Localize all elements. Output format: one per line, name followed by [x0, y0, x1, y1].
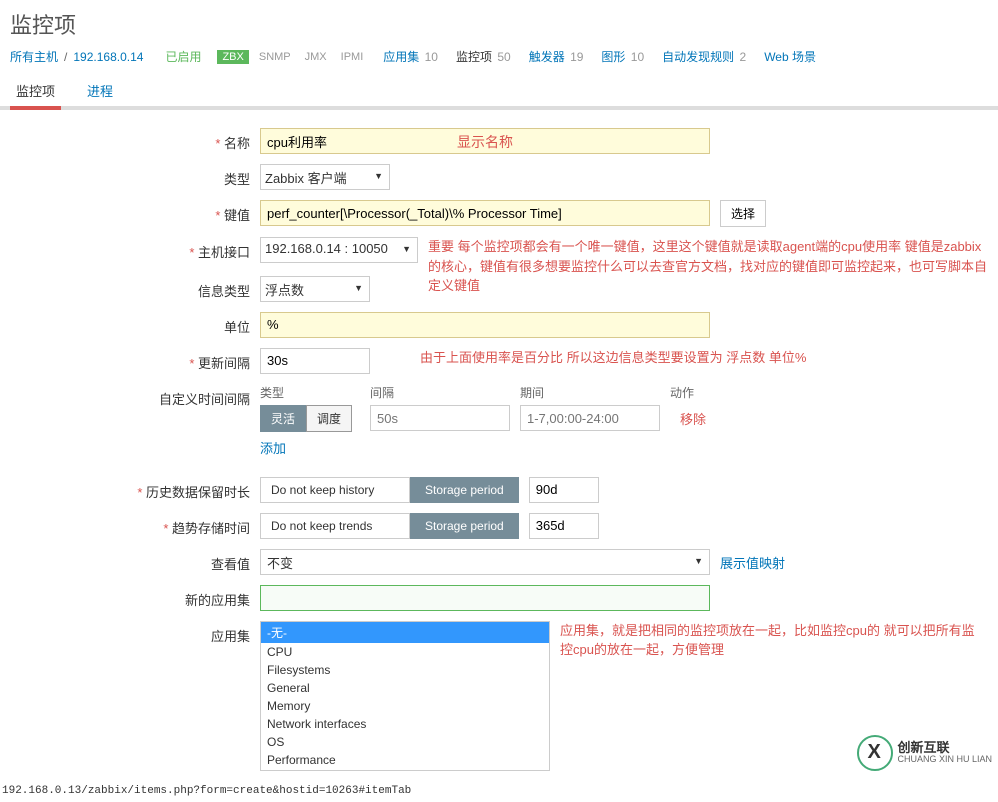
bc-host[interactable]: 192.168.0.14: [73, 50, 143, 64]
nav-triggers[interactable]: 触发器 19: [529, 48, 584, 65]
seg-flex[interactable]: 灵活: [260, 405, 306, 432]
app-item-os[interactable]: OS: [261, 733, 549, 751]
seg-sched[interactable]: 调度: [306, 405, 352, 432]
note-apps: 应用集，就是把相同的监控项放在一起，比如监控cpu的 就可以把所有监控cpu的放…: [560, 621, 980, 660]
link-remove[interactable]: 移除: [680, 409, 706, 428]
logo-badge: 创新互联 CHUANG XIN HU LIAN: [857, 735, 992, 771]
link-add[interactable]: 添加: [260, 441, 286, 456]
label-history: 历史数据保留时长: [10, 477, 260, 501]
app-item-fs[interactable]: Filesystems: [261, 661, 549, 679]
app-item-cpu[interactable]: CPU: [261, 643, 549, 661]
btn-select-key[interactable]: 选择: [720, 200, 766, 227]
label-name: 名称: [10, 128, 260, 152]
tab-item[interactable]: 监控项: [10, 75, 61, 110]
select-showvalue[interactable]: 不变: [260, 549, 710, 575]
label-custom-interval: 自定义时间间隔: [10, 384, 260, 408]
nav-items[interactable]: 监控项 50: [456, 48, 511, 65]
label-hostif: 主机接口: [10, 237, 260, 261]
badge-zbx: ZBX: [217, 50, 248, 64]
app-item-none[interactable]: -无-: [261, 622, 549, 643]
input-key[interactable]: [260, 200, 710, 226]
input-history[interactable]: [529, 477, 599, 503]
select-hostif[interactable]: 192.168.0.14 : 10050: [260, 237, 418, 263]
input-name[interactable]: [260, 128, 710, 154]
label-newapp: 新的应用集: [10, 585, 260, 609]
select-type[interactable]: Zabbix 客户端: [260, 164, 390, 190]
ih-interval: 间隔: [370, 384, 520, 401]
page-title: 监控项: [10, 8, 988, 40]
tabs: 监控项 进程: [0, 75, 998, 110]
logo-brand: 创新互联: [897, 741, 992, 755]
label-key: 键值: [10, 200, 260, 224]
status-enabled: 已启用: [165, 48, 201, 65]
bc-sep: /: [64, 50, 67, 64]
note-interval: 由于上面使用率是百分比 所以这边信息类型要设置为 浮点数 单位%: [420, 348, 806, 368]
app-item-general[interactable]: General: [261, 679, 549, 697]
link-valuemap[interactable]: 展示值映射: [720, 553, 785, 572]
nav-discovery[interactable]: 自动发现规则 2: [662, 48, 746, 65]
history-opt2[interactable]: Storage period: [410, 477, 519, 503]
bc-all-hosts[interactable]: 所有主机: [10, 48, 58, 65]
select-infotype[interactable]: 浮点数: [260, 276, 370, 302]
input-units[interactable]: [260, 312, 710, 338]
tab-process[interactable]: 进程: [81, 75, 119, 110]
input-trends[interactable]: [529, 513, 599, 539]
input-ci-interval[interactable]: [370, 405, 510, 431]
logo-sub: CHUANG XIN HU LIAN: [897, 755, 992, 765]
input-newapp[interactable]: [260, 585, 710, 611]
app-item-proc[interactable]: Processes: [261, 769, 549, 771]
app-item-net[interactable]: Network interfaces: [261, 715, 549, 733]
label-apps: 应用集: [10, 621, 260, 645]
nav-graphs[interactable]: 图形 10: [601, 48, 644, 65]
nav-apps[interactable]: 应用集 10: [383, 48, 438, 65]
label-infotype: 信息类型: [10, 276, 260, 300]
app-list[interactable]: -无- CPU Filesystems General Memory Netwo…: [260, 621, 550, 771]
footer-url: 192.168.0.13/zabbix/items.php?form=creat…: [0, 781, 998, 801]
ih-action: 动作: [670, 384, 730, 401]
app-item-perf[interactable]: Performance: [261, 751, 549, 769]
label-type: 类型: [10, 164, 260, 188]
breadcrumb: 所有主机 / 192.168.0.14 已启用 ZBX SNMP JMX IPM…: [0, 42, 998, 75]
logo-icon: [857, 735, 893, 771]
ih-period: 期间: [520, 384, 670, 401]
badge-jmx: JMX: [301, 50, 331, 64]
trends-opt1[interactable]: Do not keep trends: [260, 513, 410, 539]
label-showvalue: 查看值: [10, 549, 260, 573]
nav-web[interactable]: Web 场景: [764, 48, 816, 65]
label-interval: 更新间隔: [10, 348, 260, 372]
trends-opt2[interactable]: Storage period: [410, 513, 519, 539]
ih-type: 类型: [260, 384, 370, 401]
label-units: 单位: [10, 312, 260, 336]
history-opt1[interactable]: Do not keep history: [260, 477, 410, 503]
input-interval[interactable]: [260, 348, 370, 374]
input-ci-period[interactable]: [520, 405, 660, 431]
app-item-memory[interactable]: Memory: [261, 697, 549, 715]
badge-ipmi: IPMI: [337, 50, 368, 64]
badge-snmp: SNMP: [255, 50, 295, 64]
label-trends: 趋势存储时间: [10, 513, 260, 537]
